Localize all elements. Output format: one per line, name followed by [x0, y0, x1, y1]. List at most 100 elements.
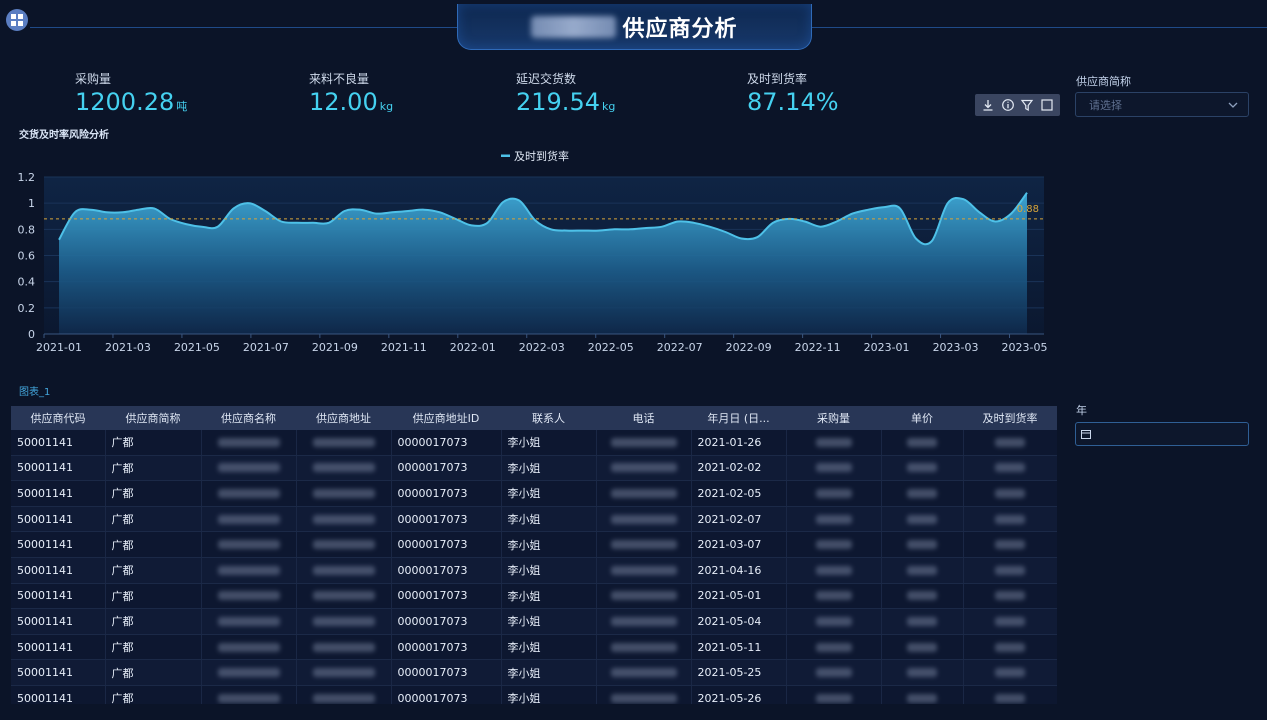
- year-picker[interactable]: [1075, 422, 1249, 446]
- table-cell: 2021-03-07: [691, 531, 787, 558]
- table-cell: 广都: [105, 480, 202, 507]
- table-cell: 广都: [105, 455, 202, 482]
- table-cell: [881, 455, 964, 482]
- redacted-value: [907, 540, 937, 550]
- table-row[interactable]: 50001141 广都 0000017073 李小姐 2021-05-26: [11, 685, 1057, 704]
- column-header[interactable]: 电话: [596, 406, 691, 430]
- redacted-value: [995, 514, 1025, 524]
- table-cell: [201, 430, 297, 456]
- table-cell: 2021-05-11: [691, 634, 787, 661]
- redacted-value: [610, 488, 677, 498]
- table-cell: [963, 506, 1057, 533]
- table-row[interactable]: 50001141 广都 0000017073 李小姐 2021-05-04: [11, 608, 1057, 635]
- table-cell: [881, 531, 964, 558]
- column-header[interactable]: 及时到货率: [963, 406, 1057, 430]
- table-cell: [596, 480, 692, 507]
- table-row[interactable]: 50001141 广都 0000017073 李小姐 2021-05-01: [11, 583, 1057, 610]
- table-cell: 50001141: [11, 685, 106, 704]
- table-cell: [296, 659, 392, 686]
- redacted-value: [815, 437, 852, 447]
- table-row[interactable]: 50001141 广都 0000017073 李小姐 2021-01-26: [11, 430, 1057, 456]
- table-row[interactable]: 50001141 广都 0000017073 李小姐 2021-05-11: [11, 634, 1057, 661]
- table-title: 图表_1: [19, 387, 51, 398]
- column-header[interactable]: 供应商代码: [11, 406, 105, 430]
- redacted-value: [907, 565, 937, 575]
- table-cell: [296, 557, 392, 584]
- legend-label[interactable]: 及时到货率: [514, 149, 569, 163]
- redacted-value: [907, 488, 937, 498]
- column-header[interactable]: 供应商地址: [296, 406, 391, 430]
- table-cell: 广都: [105, 531, 202, 558]
- table-cell: 广都: [105, 506, 202, 533]
- table-cell: 50001141: [11, 583, 106, 610]
- table-cell: [881, 430, 964, 456]
- on-time-rate-area-chart: 0 0.2 0.4 0.6 0.8 1 1.2 0.88 2021-01 2021-03 2021-…: [18, 149, 1048, 354]
- column-header[interactable]: 采购量: [786, 406, 881, 430]
- table-cell: 2021-05-01: [691, 583, 787, 610]
- column-header[interactable]: 供应商名称: [201, 406, 296, 430]
- kpi-unit: kg: [379, 100, 394, 113]
- table-cell: [786, 557, 882, 584]
- table-cell: 0000017073: [391, 557, 502, 584]
- table-cell: [963, 430, 1057, 456]
- table-cell: [201, 634, 297, 661]
- redacted-value: [815, 642, 852, 652]
- table-cell: 李小姐: [501, 430, 597, 456]
- column-header[interactable]: 供应商地址ID: [391, 406, 501, 430]
- table-cell: [963, 634, 1057, 661]
- table-row[interactable]: 50001141 广都 0000017073 李小姐 2021-05-25: [11, 659, 1057, 686]
- table-cell: 广都: [105, 634, 202, 661]
- menu-button[interactable]: [6, 9, 28, 31]
- supplier-select[interactable]: 请选择: [1075, 92, 1249, 117]
- table-cell: [596, 430, 692, 456]
- table-cell: [881, 557, 964, 584]
- table-row[interactable]: 50001141 广都 0000017073 李小姐 2021-03-07: [11, 531, 1057, 558]
- chart-toolbar: [975, 94, 1060, 116]
- table-cell: [881, 608, 964, 635]
- table-row[interactable]: 50001141 广都 0000017073 李小姐 2021-02-02: [11, 455, 1057, 482]
- column-header[interactable]: 年月日 (日...: [691, 406, 786, 430]
- redacted-value: [312, 463, 375, 473]
- redacted-value: [217, 514, 280, 524]
- redacted-value: [907, 437, 937, 447]
- redacted-value: [815, 540, 852, 550]
- table-cell: 广都: [105, 659, 202, 686]
- table-cell: 0000017073: [391, 659, 502, 686]
- table-cell: [201, 583, 297, 610]
- table-cell: [296, 634, 392, 661]
- table-cell: [881, 634, 964, 661]
- redacted-value: [217, 540, 280, 550]
- table-cell: 2021-05-26: [691, 685, 787, 704]
- table-header-row: 供应商代码 供应商简称 供应商名称 供应商地址 供应商地址ID 联系人 电话 年月日 (日..…: [11, 406, 1057, 430]
- table-cell: 李小姐: [501, 685, 597, 704]
- table-cell: 0000017073: [391, 685, 502, 704]
- fullscreen-icon[interactable]: [1040, 98, 1054, 112]
- x-tick-label: 2023-01: [864, 341, 910, 354]
- table-cell: [881, 583, 964, 610]
- column-header[interactable]: 联系人: [501, 406, 596, 430]
- x-tick-label: 2022-09: [726, 341, 772, 354]
- table-row[interactable]: 50001141 广都 0000017073 李小姐 2021-04-16: [11, 557, 1057, 584]
- kpi-late-deliveries: 延迟交货数 219.54 kg: [516, 70, 615, 116]
- info-icon[interactable]: [1001, 98, 1015, 112]
- y-tick-label: 1: [28, 197, 35, 210]
- y-tick-label: 0.4: [18, 276, 36, 289]
- column-header[interactable]: 供应商简称: [105, 406, 201, 430]
- table-cell: [201, 506, 297, 533]
- page-title: 供应商分析: [622, 16, 738, 42]
- table-row[interactable]: 50001141 广都 0000017073 李小姐 2021-02-05: [11, 480, 1057, 507]
- table-cell: 2021-01-26: [691, 430, 787, 456]
- table-row[interactable]: 50001141 广都 0000017073 李小姐 2021-02-07: [11, 506, 1057, 533]
- kpi-label: 采购量: [75, 72, 112, 86]
- column-header[interactable]: 单价: [881, 406, 963, 430]
- table-cell: 50001141: [11, 634, 106, 661]
- kpi-number: 12.00: [309, 88, 378, 116]
- header-title-bar: 供应商分析: [457, 4, 812, 50]
- table-cell: [881, 480, 964, 507]
- redacted-value: [312, 668, 375, 678]
- filter-icon[interactable]: [1020, 98, 1034, 112]
- y-tick-label: 0: [28, 328, 35, 341]
- table-cell: 广都: [105, 608, 202, 635]
- table-cell: [296, 480, 392, 507]
- download-icon[interactable]: [981, 98, 995, 112]
